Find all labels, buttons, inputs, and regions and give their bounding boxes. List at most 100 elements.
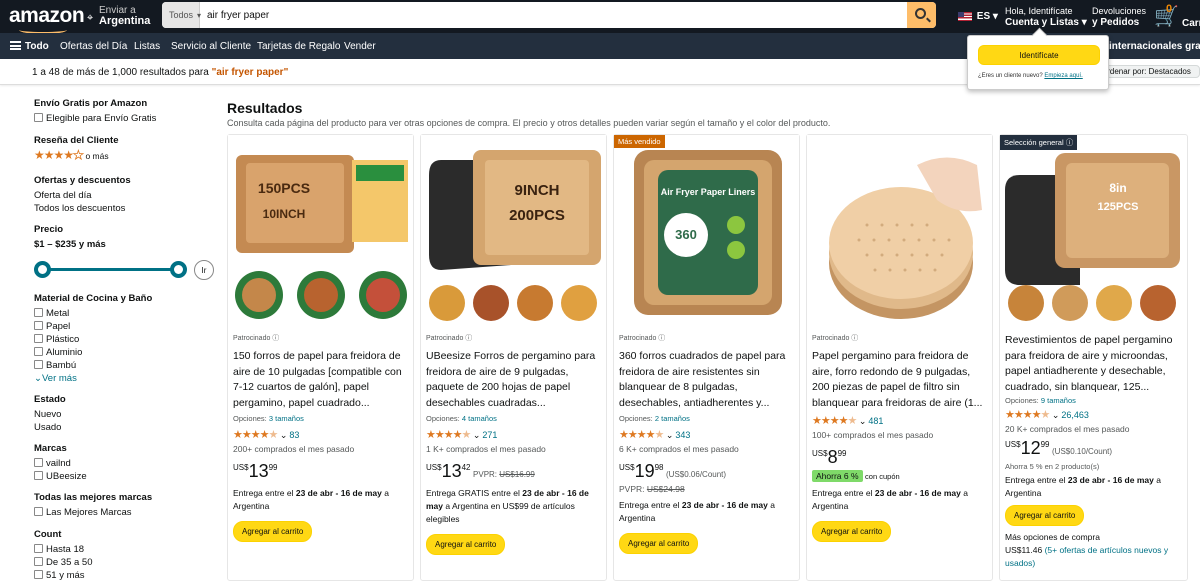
- product-price[interactable]: US$1342 PVPR: US$16.99: [426, 461, 601, 482]
- search-input[interactable]: [201, 2, 901, 28]
- checkbox[interactable]: [34, 471, 43, 480]
- filter-count-18[interactable]: Hasta 18: [34, 544, 84, 555]
- options-label: Opciones:: [1005, 396, 1041, 405]
- deliver-to[interactable]: ⌖ Enviar a Argentina: [87, 5, 150, 27]
- review-count[interactable]: 481: [868, 416, 883, 426]
- product-image[interactable]: 8in 125PCS: [1000, 135, 1185, 325]
- start-here-link[interactable]: Empieza aquí.: [1044, 73, 1082, 79]
- nav-item-sell[interactable]: Vender: [344, 41, 376, 52]
- filter-count-35-50[interactable]: De 35 a 50: [34, 557, 92, 568]
- filter-material-bamboo[interactable]: Bambú: [34, 360, 76, 371]
- review-count[interactable]: 83: [289, 430, 299, 440]
- filter-review-4-up[interactable]: ★★★★★ o más: [34, 148, 109, 163]
- product-image-art: 8in 125PCS: [1000, 135, 1185, 325]
- signin-button[interactable]: Identifícate: [978, 45, 1100, 65]
- add-to-cart-button[interactable]: Agregar al carrito: [812, 521, 892, 542]
- options-link[interactable]: 2 tamaños: [655, 414, 690, 423]
- filter-top-brands[interactable]: Las Mejores Marcas: [34, 507, 132, 518]
- options-link[interactable]: 4 tamaños: [462, 414, 497, 423]
- product-rating[interactable]: ★★★★★ ⌄ 83: [233, 428, 408, 441]
- product-image[interactable]: 150PCS 10INCH: [228, 135, 413, 325]
- filter-condition-new[interactable]: Nuevo: [34, 409, 61, 420]
- product-price[interactable]: US$1399: [233, 461, 408, 482]
- checkbox[interactable]: [34, 334, 43, 343]
- filter-material-aluminum[interactable]: Aluminio: [34, 347, 82, 358]
- add-to-cart-button[interactable]: Agregar al carrito: [619, 533, 699, 554]
- options-link[interactable]: 9 tamaños: [1041, 396, 1076, 405]
- product-title-link[interactable]: Revestimientos de papel pergamino para f…: [1005, 333, 1180, 395]
- price-slider-max-handle[interactable]: [170, 261, 187, 278]
- product-rating[interactable]: ★★★★★ ⌄ 26,463: [1005, 408, 1180, 421]
- nav-item-gift-cards[interactable]: Tarjetas de Regalo: [257, 41, 340, 52]
- price-slider-track[interactable]: [42, 268, 179, 271]
- checkbox[interactable]: [34, 113, 43, 122]
- price-currency: US$: [233, 463, 249, 472]
- filter-brand-ubeesize[interactable]: UBeesize: [34, 471, 87, 482]
- nav-all[interactable]: Todo: [25, 41, 49, 52]
- checkbox[interactable]: [34, 308, 43, 317]
- add-to-cart-button[interactable]: Agregar al carrito: [1005, 505, 1085, 526]
- account-menu[interactable]: Hola, Identifícate Cuenta y Listas ▾: [1005, 5, 1087, 29]
- price-slider-min-handle[interactable]: [34, 261, 51, 278]
- nav-promo-text[interactable]: internacionales grat: [1109, 41, 1200, 52]
- filter-free-shipping[interactable]: Elegible para Envío Gratis: [34, 113, 156, 124]
- review-count[interactable]: 343: [675, 430, 690, 440]
- returns-orders[interactable]: Devoluciones y Pedidos: [1092, 5, 1146, 29]
- filter-material-paper[interactable]: Papel: [34, 321, 70, 332]
- product-title-link[interactable]: Papel pergamino para freidora de aire, f…: [812, 349, 987, 411]
- filter-material-plastic[interactable]: Plástico: [34, 334, 79, 345]
- add-to-cart-button[interactable]: Agregar al carrito: [426, 534, 506, 555]
- filter-condition-used[interactable]: Usado: [34, 422, 61, 433]
- badge-label: Selección general: [1004, 138, 1064, 147]
- cart-button[interactable]: 🛒 0 Carrito: [1154, 3, 1200, 29]
- filter-material-metal[interactable]: Metal: [34, 308, 69, 319]
- checkbox[interactable]: [34, 557, 43, 566]
- language-selector[interactable]: ES ▾: [958, 11, 998, 22]
- filter-brand-vailnd[interactable]: vailnd: [34, 458, 71, 469]
- cart-label: Carrito: [1182, 18, 1200, 29]
- see-more-link[interactable]: ⌄Ver más: [34, 373, 77, 384]
- product-rating[interactable]: ★★★★★ ⌄ 481: [812, 414, 987, 427]
- filter-all-discounts[interactable]: Todos los descuentos: [34, 203, 125, 214]
- star-rating-icon: ★★★★★: [812, 415, 857, 427]
- review-count[interactable]: 26,463: [1061, 410, 1089, 420]
- product-price[interactable]: US$899: [812, 447, 987, 468]
- checkbox[interactable]: [34, 347, 43, 356]
- nav-item-deals[interactable]: Ofertas del Día: [60, 41, 127, 52]
- nav-item-customer-service[interactable]: Servicio al Cliente: [171, 41, 251, 52]
- add-to-cart-button[interactable]: Agregar al carrito: [233, 521, 313, 542]
- checkbox[interactable]: [34, 321, 43, 330]
- product-image[interactable]: [807, 135, 992, 325]
- bought-count: 20 K+ comprados el mes pasado: [1005, 424, 1130, 434]
- amazon-logo[interactable]: amazon: [9, 4, 85, 34]
- product-image[interactable]: Air Fryer Paper Liners 360: [614, 135, 799, 325]
- bought-count: 6 K+ comprados el mes pasado: [619, 444, 739, 454]
- search-category-select[interactable]: Todos: [162, 2, 200, 28]
- price-go-button[interactable]: Ir: [194, 260, 214, 280]
- product-title-link[interactable]: 360 forros cuadrados de papel para freid…: [619, 349, 794, 411]
- product-rating[interactable]: ★★★★★ ⌄ 271: [426, 428, 601, 441]
- product-price[interactable]: US$1998 (US$0.06/Count): [619, 461, 794, 482]
- bought-count: 100+ comprados el mes pasado: [812, 430, 934, 440]
- checkbox[interactable]: [34, 570, 43, 579]
- checkbox[interactable]: [34, 507, 43, 516]
- filter-count-51-up[interactable]: 51 y más: [34, 570, 85, 581]
- product-title-link[interactable]: 150 forros de papel para freidora de air…: [233, 349, 408, 411]
- filter-deal-of-day[interactable]: Oferta del día: [34, 190, 92, 201]
- search-button[interactable]: [907, 2, 936, 28]
- product-price[interactable]: US$1299 (US$0.10/Count): [1005, 438, 1180, 459]
- product-image[interactable]: 9INCH 200PCS: [421, 135, 606, 325]
- product-card: Más vendido Air Fryer Paper Liners 360 P…: [613, 134, 800, 581]
- sort-dropdown[interactable]: Ordenar por: Destacados ⌄: [1096, 65, 1200, 85]
- coupon-row[interactable]: Ahorra 6 % con cupón: [812, 470, 987, 482]
- nav-item-lists[interactable]: Listas: [134, 41, 160, 52]
- review-count[interactable]: 271: [482, 430, 497, 440]
- price-fraction: 99: [1040, 440, 1050, 449]
- product-title-link[interactable]: UBeesize Forros de pergamino para freido…: [426, 349, 601, 411]
- checkbox[interactable]: [34, 458, 43, 467]
- checkbox[interactable]: [34, 360, 43, 369]
- product-rating[interactable]: ★★★★★ ⌄ 343: [619, 428, 794, 441]
- options-link[interactable]: 3 tamaños: [269, 414, 304, 423]
- checkbox[interactable]: [34, 544, 43, 553]
- hamburger-menu-icon[interactable]: [10, 41, 21, 50]
